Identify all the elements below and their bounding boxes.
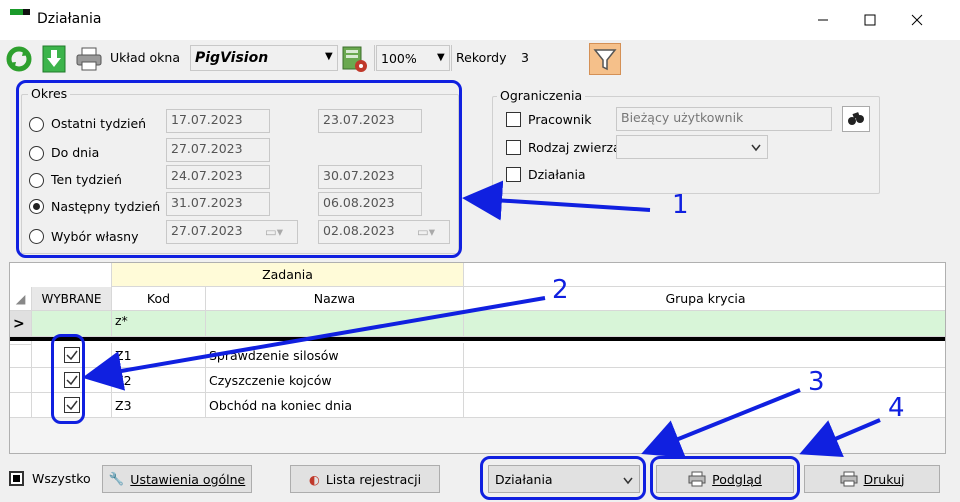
annotation-1: 1 bbox=[672, 190, 689, 220]
arrow-1 bbox=[462, 180, 651, 221]
annotation-4: 4 bbox=[888, 393, 905, 423]
annotation-arrows bbox=[82, 180, 881, 458]
annotation-2: 2 bbox=[552, 275, 569, 305]
annotation-3: 3 bbox=[808, 367, 825, 397]
arrow-4 bbox=[799, 418, 881, 458]
arrow-3 bbox=[641, 388, 801, 458]
arrow-2 bbox=[82, 296, 546, 391]
